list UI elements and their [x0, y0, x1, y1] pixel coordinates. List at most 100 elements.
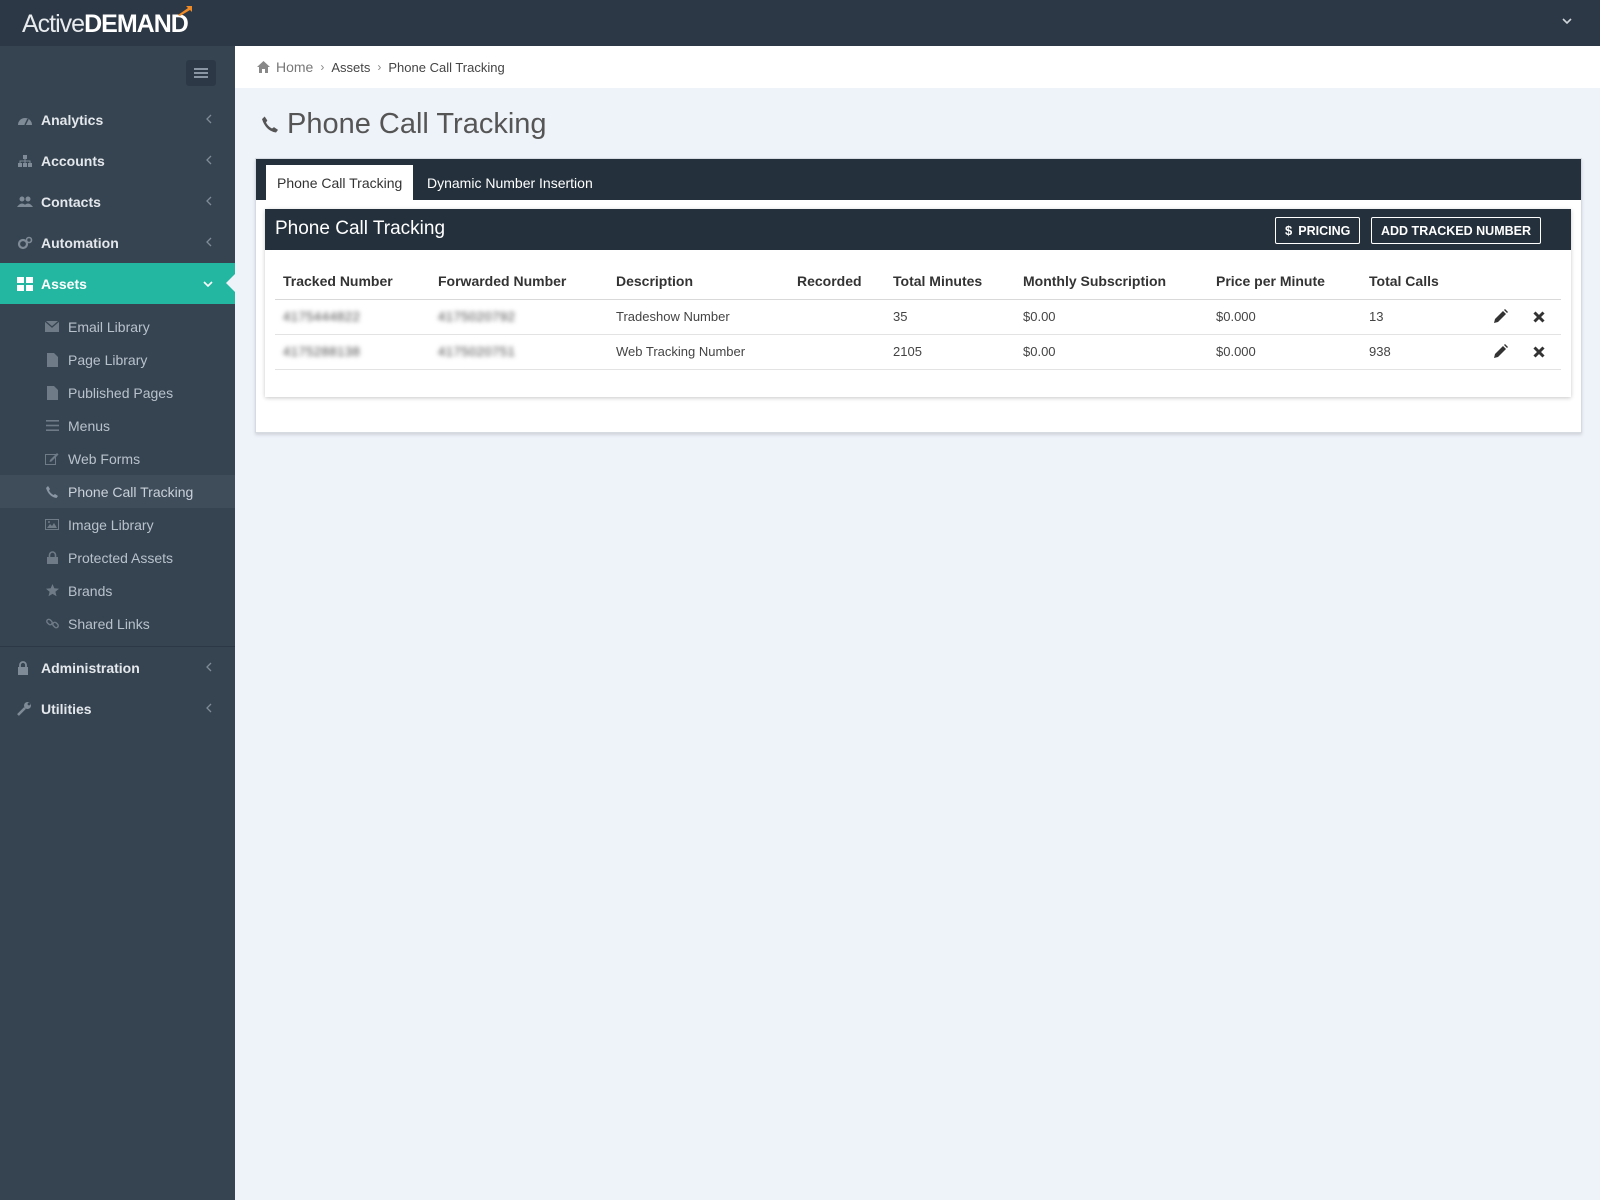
column-header[interactable]: Total Calls — [1361, 263, 1482, 300]
file-icon — [45, 352, 59, 367]
sidebar-item-shared-links[interactable]: Shared Links — [0, 607, 235, 640]
home-icon — [257, 61, 270, 73]
price-per-minute-cell: $0.000 — [1208, 299, 1361, 335]
delete-x-icon[interactable] — [1529, 307, 1549, 327]
tab-dynamic-number-insertion[interactable]: Dynamic Number Insertion — [416, 165, 604, 200]
file-icon — [45, 385, 59, 400]
forwarded-number-cell: 4175020792 — [430, 299, 608, 335]
tabs-panel: Phone Call Tracking Dynamic Number Inser… — [255, 158, 1582, 433]
assets-submenu: Email Library Page Library Published Pag… — [0, 304, 235, 646]
sidebar-item-phone-call-tracking[interactable]: Phone Call Tracking — [0, 475, 235, 508]
sidebar-toggle-button[interactable] — [186, 60, 216, 86]
recorded-cell — [789, 334, 885, 370]
user-menu-chevron-icon[interactable] — [1560, 14, 1574, 28]
description-cell: Tradeshow Number — [608, 299, 789, 335]
edit-pencil-icon[interactable] — [1490, 341, 1510, 361]
users-icon — [17, 195, 35, 209]
envelope-icon — [45, 320, 59, 334]
recorded-cell — [789, 299, 885, 335]
sidebar-item-contacts[interactable]: Contacts — [0, 181, 235, 222]
sidebar-item-image-library[interactable]: Image Library — [0, 508, 235, 541]
sidebar-item-label: Brands — [68, 582, 113, 599]
column-header[interactable]: Description — [608, 263, 789, 300]
sidebar-item-automation[interactable]: Automation — [0, 222, 235, 263]
sidebar-item-protected-assets[interactable]: Protected Assets — [0, 541, 235, 574]
monthly-subscription-cell: $0.00 — [1015, 299, 1208, 335]
wrench-icon — [17, 702, 35, 716]
column-header[interactable]: Price per Minute — [1208, 263, 1361, 300]
sidebar-item-label: Shared Links — [68, 615, 150, 632]
edit-pencil-icon[interactable] — [1490, 306, 1510, 326]
sidebar-item-label: Analytics — [41, 111, 104, 128]
price-per-minute-cell: $0.000 — [1208, 334, 1361, 370]
box-title: Phone Call Tracking — [275, 218, 446, 239]
column-header[interactable]: Forwarded Number — [430, 263, 608, 300]
grid-icon — [17, 276, 35, 291]
tab-phone-call-tracking[interactable]: Phone Call Tracking — [266, 165, 414, 200]
sidebar-item-label: Assets — [41, 275, 87, 292]
column-header[interactable]: Tracked Number — [275, 263, 430, 300]
logo-text-demand: DEMAND — [84, 10, 189, 38]
cogs-icon — [17, 236, 35, 250]
table-header-row: Tracked Number Forwarded Number Descript… — [275, 263, 1561, 300]
pricing-button-label: PRICING — [1298, 223, 1351, 238]
activedemand-logo[interactable]: ActiveDEMAND — [22, 6, 192, 40]
delete-cell — [1521, 334, 1561, 370]
edit-cell — [1482, 334, 1521, 370]
phone-icon — [45, 485, 59, 499]
column-header[interactable]: Total Minutes — [885, 263, 1015, 300]
tracking-numbers-box: Phone Call Tracking $ PRICING ADD TRACKE… — [265, 209, 1571, 397]
page-title-text: Phone Call Tracking — [287, 107, 547, 140]
chevron-down-icon — [203, 281, 213, 288]
total-minutes-cell: 35 — [885, 299, 1015, 335]
add-tracked-number-button[interactable]: ADD TRACKED NUMBER — [1371, 217, 1541, 244]
sidebar-item-assets[interactable]: Assets — [0, 263, 236, 304]
breadcrumb-current: Phone Call Tracking — [388, 59, 505, 75]
breadcrumb-assets[interactable]: Assets — [331, 60, 370, 75]
sidebar-nav: Analytics Accounts Contacts Automation A… — [0, 99, 236, 729]
sidebar-item-published-pages[interactable]: Published Pages — [0, 376, 235, 409]
chevron-left-icon — [206, 703, 212, 713]
column-header-actions — [1521, 263, 1561, 300]
phone-icon — [262, 116, 278, 132]
sidebar-item-utilities[interactable]: Utilities — [0, 688, 235, 729]
sidebar-item-label: Menus — [68, 417, 111, 434]
sidebar-item-email-library[interactable]: Email Library — [0, 310, 235, 343]
sidebar-item-administration[interactable]: Administration — [0, 647, 235, 688]
delete-x-icon[interactable] — [1529, 342, 1549, 362]
sidebar: Analytics Accounts Contacts Automation A… — [0, 46, 236, 1200]
edit-cell — [1482, 299, 1521, 335]
sidebar-item-menus[interactable]: Menus — [0, 409, 235, 442]
sidebar-item-accounts[interactable]: Accounts — [0, 140, 235, 181]
sidebar-item-web-forms[interactable]: Web Forms — [0, 442, 235, 475]
sidebar-item-analytics[interactable]: Analytics — [0, 99, 235, 140]
breadcrumb-separator-icon: › — [320, 60, 325, 74]
sidebar-item-page-library[interactable]: Page Library — [0, 343, 235, 376]
breadcrumb-home[interactable]: Home — [257, 59, 313, 75]
logo-text-active: Active — [22, 10, 85, 38]
sidebar-item-label: Protected Assets — [68, 549, 174, 566]
top-navbar: ActiveDEMAND — [0, 0, 1600, 46]
total-calls-cell: 938 — [1361, 334, 1482, 370]
lock-icon — [45, 551, 59, 565]
sidebar-item-label: Email Library — [68, 318, 150, 335]
description-cell: Web Tracking Number — [608, 334, 789, 370]
table-row: 4175444822 4175020792 Tradeshow Number 3… — [275, 299, 1561, 335]
tracked-number-cell: 4175444822 — [275, 299, 430, 335]
column-header[interactable]: Recorded — [789, 263, 885, 300]
lock-icon — [17, 660, 35, 675]
total-calls-cell: 13 — [1361, 299, 1482, 335]
page-title: Phone Call Tracking — [262, 104, 547, 144]
sidebar-bottom-group: Administration Utilities — [0, 646, 235, 729]
dashboard-icon — [17, 113, 35, 127]
chevron-left-icon — [206, 662, 212, 672]
sidebar-item-label: Contacts — [41, 193, 101, 210]
chevron-left-icon — [206, 155, 212, 165]
sidebar-item-brands[interactable]: Brands — [0, 574, 235, 607]
pricing-button[interactable]: $ PRICING — [1275, 217, 1361, 244]
column-header[interactable]: Monthly Subscription — [1015, 263, 1208, 300]
sidebar-item-label: Automation — [41, 234, 119, 251]
sidebar-item-label: Phone Call Tracking — [68, 483, 194, 500]
sidebar-item-label: Web Forms — [68, 450, 141, 467]
sitemap-icon — [17, 154, 35, 168]
